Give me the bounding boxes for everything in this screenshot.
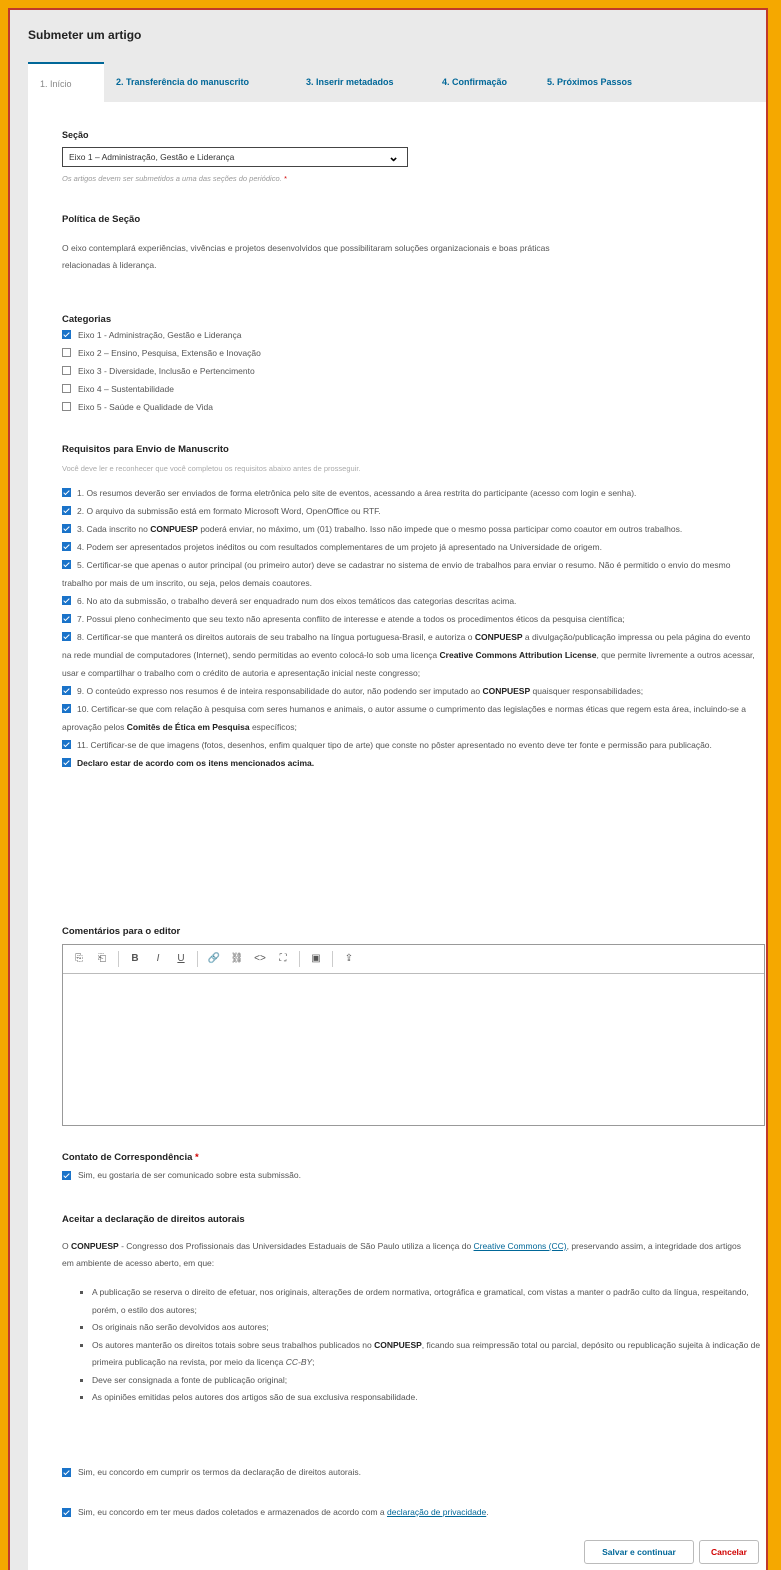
requirement-5-checkbox[interactable] — [62, 560, 71, 570]
category-2-label: Eixo 2 – Ensino, Pesquisa, Extensão e In… — [78, 348, 261, 358]
requirements-heading: Requisitos para Envio de Manuscrito — [62, 444, 229, 455]
categories-heading: Categorias — [62, 314, 112, 325]
agree-privacy-checkbox[interactable] — [62, 1508, 71, 1517]
unlink-icon[interactable]: ⛓ — [227, 949, 247, 969]
policy-text-line1: O eixo contemplará experiências, vivênci… — [62, 243, 550, 253]
category-3-label: Eixo 3 - Diversidade, Inclusão e Pertenc… — [78, 366, 255, 376]
list-item: As opiniões emitidas pelos autores dos a… — [92, 1389, 766, 1407]
requirement-12: Declaro estar de acordo com os itens men… — [62, 754, 762, 772]
requirement-4-checkbox[interactable] — [62, 542, 71, 552]
comments-textarea[interactable] — [63, 974, 764, 1124]
link-icon[interactable]: 🔗 — [204, 949, 224, 969]
category-2-checkbox[interactable] — [62, 348, 71, 357]
list-item: A publicação se reserva o direito de efe… — [92, 1284, 766, 1319]
privacy-statement-link[interactable]: declaração de privacidade — [387, 1507, 486, 1517]
list-item: Os originais não serão devolvidos aos au… — [92, 1319, 766, 1337]
requirement-10-checkbox[interactable] — [62, 704, 71, 714]
requirement-8: 8. Certificar-se que manterá os direitos… — [62, 632, 755, 678]
category-4-checkbox[interactable] — [62, 384, 71, 393]
tab-metadata[interactable]: 3. Inserir metadados — [294, 62, 406, 102]
copyright-heading: Aceitar a declaração de direitos autorai… — [62, 1214, 245, 1225]
page-title: Submeter um artigo — [28, 28, 142, 42]
fullscreen-icon[interactable]: ⛶ — [273, 949, 293, 969]
agree-terms-checkbox[interactable] — [62, 1468, 71, 1477]
requirement-11-checkbox[interactable] — [62, 740, 71, 750]
policy-text-line2: relacionadas à liderança. — [62, 260, 157, 270]
requirements-list: 1. Os resumos deverão ser enviados de fo… — [62, 484, 762, 772]
requirement-2-checkbox[interactable] — [62, 506, 71, 516]
category-5-checkbox[interactable] — [62, 402, 71, 411]
tab-next-steps[interactable]: 5. Próximos Passos — [535, 62, 644, 102]
tab-upload[interactable]: 2. Transferência do manuscrito — [104, 62, 261, 102]
requirements-subtitle: Você deve ler e reconhecer que você comp… — [62, 464, 361, 473]
copy-icon[interactable]: ⎘ — [69, 949, 89, 969]
requirement-1: 1. Os resumos deverão ser enviados de fo… — [62, 484, 762, 502]
image-icon[interactable]: ▣ — [306, 949, 326, 969]
bold-icon[interactable]: B — [125, 949, 145, 969]
code-icon[interactable]: <> — [250, 949, 270, 969]
category-5-label: Eixo 5 - Saúde e Qualidade de Vida — [78, 402, 213, 412]
app-window: Submeter um artigo 1. Início 2. Transfer… — [8, 8, 768, 1570]
copyright-text: O CONPUESP - Congresso dos Profissionais… — [62, 1241, 741, 1268]
section-select-value: Eixo 1 – Administração, Gestão e Lideran… — [69, 152, 235, 162]
category-1-checkbox[interactable] — [62, 330, 71, 339]
agree-terms-label: Sim, eu concordo em cumprir os termos da… — [78, 1467, 361, 1477]
tab-bar: 1. Início 2. Transferência do manuscrito… — [28, 62, 766, 102]
section-help: Os artigos devem ser submetidos a uma da… — [62, 174, 287, 183]
requirement-3: 3. Cada inscrito no CONPUESP poderá envi… — [62, 520, 762, 538]
comments-heading: Comentários para o editor — [62, 926, 181, 937]
requirement-3-checkbox[interactable] — [62, 524, 71, 534]
requirement-7-checkbox[interactable] — [62, 614, 71, 624]
paste-icon[interactable]: ⎗ — [92, 949, 112, 969]
section-select[interactable]: Eixo 1 – Administração, Gestão e Lideran… — [62, 147, 408, 167]
section-label: Seção — [62, 130, 89, 140]
chevron-down-icon: ⌄ — [388, 149, 399, 164]
underline-icon[interactable]: U — [171, 949, 191, 969]
requirement-8-checkbox[interactable] — [62, 632, 71, 642]
toolbar-divider — [197, 951, 198, 967]
save-continue-button[interactable]: Salvar e continuar — [584, 1540, 694, 1564]
list-item: Deve ser consignada a fonte de publicaçã… — [92, 1372, 766, 1390]
requirement-9: 9. O conteúdo expresso nos resumos é de … — [62, 682, 762, 700]
category-4-label: Eixo 4 – Sustentabilidade — [78, 384, 174, 394]
contact-checkbox[interactable] — [62, 1171, 71, 1180]
requirement-11: 11. Certificar-se de que imagens (fotos,… — [62, 736, 762, 754]
creative-commons-link[interactable]: Creative Commons (CC) — [474, 1241, 567, 1251]
category-1-label: Eixo 1 - Administração, Gestão e Lideran… — [78, 330, 242, 340]
contact-option-label: Sim, eu gostaria de ser comunicado sobre… — [78, 1170, 302, 1180]
copyright-list: A publicação se reserva o direito de efe… — [62, 1284, 766, 1407]
category-3-checkbox[interactable] — [62, 366, 71, 375]
tab-start[interactable]: 1. Início — [28, 62, 104, 102]
editor-toolbar: ⎘ ⎗ B I U 🔗 ⛓ <> ⛶ ▣ ⇪ — [63, 945, 764, 974]
policy-heading: Política de Seção — [62, 214, 141, 225]
requirement-2: 2. O arquivo da submissão está em format… — [62, 502, 762, 520]
italic-icon[interactable]: I — [148, 949, 168, 969]
toolbar-divider — [332, 951, 333, 967]
contact-heading: Contato de Correspondência * — [62, 1152, 199, 1163]
upload-icon[interactable]: ⇪ — [339, 949, 359, 969]
tab-confirmation[interactable]: 4. Confirmação — [430, 62, 519, 102]
comments-editor: ⎘ ⎗ B I U 🔗 ⛓ <> ⛶ ▣ ⇪ — [62, 944, 765, 1126]
agree-privacy-label: Sim, eu concordo em ter meus dados colet… — [78, 1507, 489, 1517]
requirement-6: 6. No ato da submissão, o trabalho dever… — [62, 592, 762, 610]
requirement-12-checkbox[interactable] — [62, 758, 71, 768]
requirement-10: 10. Certificar-se que com relação à pesq… — [62, 704, 747, 732]
requirement-6-checkbox[interactable] — [62, 596, 71, 606]
requirement-7: 7. Possui pleno conhecimento que seu tex… — [62, 610, 762, 628]
list-item: Os autores manterão os direitos totais s… — [92, 1337, 766, 1372]
cancel-button[interactable]: Cancelar — [699, 1540, 759, 1564]
toolbar-divider — [118, 951, 119, 967]
requirement-1-checkbox[interactable] — [62, 488, 71, 498]
toolbar-divider — [299, 951, 300, 967]
requirement-5: 5. Certificar-se que apenas o autor prin… — [62, 560, 731, 588]
requirement-9-checkbox[interactable] — [62, 686, 71, 696]
main-panel: Seção Eixo 1 – Administração, Gestão e L… — [28, 102, 766, 1570]
requirement-4: 4. Podem ser apresentados projetos inédi… — [62, 538, 762, 556]
